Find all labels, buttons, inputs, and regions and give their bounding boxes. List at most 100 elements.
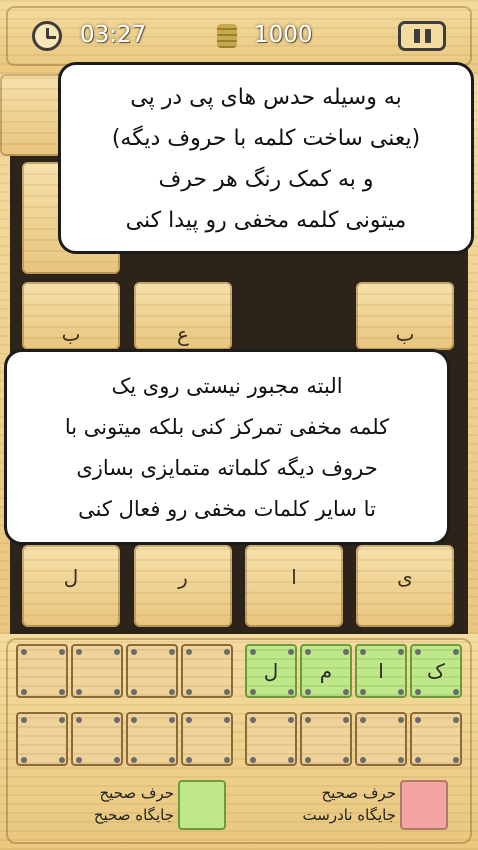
word-tile[interactable]: ب	[22, 282, 120, 350]
pin-icon	[288, 717, 294, 723]
pin-icon	[21, 689, 27, 695]
bubble1-line: به وسیله حدس های پی در پی	[130, 85, 402, 110]
pin-icon	[288, 689, 294, 695]
legend-red-text: حرف صحیح جایگاه نادرست	[276, 782, 396, 826]
pin-icon	[398, 649, 404, 655]
timer-value: 03:27	[80, 22, 147, 48]
letter-slot-correct[interactable]: ک	[410, 644, 462, 698]
pin-icon	[360, 689, 366, 695]
slot-letter: ا	[378, 659, 384, 683]
pause-icon	[414, 29, 420, 43]
word-tile[interactable]: ی	[356, 545, 454, 627]
pin-icon	[76, 689, 82, 695]
word-tile[interactable]: ر	[134, 545, 232, 627]
pin-icon	[114, 717, 120, 723]
pin-icon	[21, 717, 27, 723]
word-tile[interactable]: ل	[22, 545, 120, 627]
letter-slot[interactable]	[126, 712, 178, 766]
word-tile[interactable]: ب	[356, 282, 454, 350]
pin-icon	[169, 757, 175, 763]
pin-icon	[21, 757, 27, 763]
slot-letter: ل	[263, 659, 279, 683]
pin-icon	[59, 717, 65, 723]
pin-icon	[343, 717, 349, 723]
tile-letter: ر	[178, 565, 188, 589]
word-tile[interactable]: ع	[134, 282, 232, 350]
letter-slot[interactable]	[410, 712, 462, 766]
bubble1-line: میتونی کلمه مخفی رو پیدا کنی	[125, 208, 407, 233]
tile-letter: ع	[177, 322, 189, 346]
pin-icon	[224, 717, 230, 723]
letter-slot[interactable]	[300, 712, 352, 766]
pin-icon	[131, 689, 137, 695]
letter-slot[interactable]	[181, 712, 233, 766]
letter-slot[interactable]	[181, 644, 233, 698]
pin-icon	[398, 689, 404, 695]
bubble1-line: (یعنی ساخت کلمه با حروف دیگه)	[111, 126, 421, 151]
bubble2-line: البته مجبور نیستی روی یک	[111, 374, 343, 398]
pin-icon	[131, 757, 137, 763]
pin-icon	[169, 717, 175, 723]
pin-icon	[398, 717, 404, 723]
pin-icon	[415, 689, 421, 695]
pin-icon	[305, 649, 311, 655]
bubble2-line: تا سایر کلمات مخفی رو فعال کنی	[78, 497, 376, 521]
pin-icon	[224, 757, 230, 763]
bubble2-line: کلمه مخفی تمرکز کنی بلکه میتونی با	[64, 415, 390, 439]
bubble1-line: و به کمک رنگ هر حرف	[158, 167, 374, 192]
tutorial-bubble-1[interactable]: به وسیله حدس های پی در پی (یعنی ساخت کلم…	[58, 62, 474, 254]
legend-green-line1: حرف صحیح	[99, 784, 175, 802]
pin-icon	[76, 717, 82, 723]
letter-slot-correct[interactable]: ا	[355, 644, 407, 698]
tile-letter: ب	[395, 322, 415, 346]
pin-icon	[250, 649, 256, 655]
pin-icon	[360, 717, 366, 723]
letter-slot-correct[interactable]: ل	[245, 644, 297, 698]
pin-icon	[169, 689, 175, 695]
letter-slot[interactable]	[245, 712, 297, 766]
pin-icon	[131, 717, 137, 723]
pin-icon	[305, 689, 311, 695]
pin-icon	[453, 689, 459, 695]
pin-icon	[114, 757, 120, 763]
tile-letter: ی	[397, 565, 413, 589]
pin-icon	[250, 689, 256, 695]
legend-red-swatch	[400, 780, 448, 830]
letter-slot[interactable]	[355, 712, 407, 766]
pin-icon	[224, 689, 230, 695]
pin-icon	[21, 649, 27, 655]
pin-icon	[59, 757, 65, 763]
legend-red-line1: حرف صحیح	[321, 784, 397, 802]
pin-icon	[343, 649, 349, 655]
hint-plank[interactable]	[0, 74, 62, 156]
pin-icon	[250, 717, 256, 723]
pin-icon	[305, 757, 311, 763]
pin-icon	[453, 757, 459, 763]
pin-icon	[415, 717, 421, 723]
pin-icon	[343, 689, 349, 695]
pause-button[interactable]	[398, 21, 446, 51]
pin-icon	[250, 757, 256, 763]
pin-icon	[131, 649, 137, 655]
pin-icon	[186, 689, 192, 695]
pin-icon	[186, 757, 192, 763]
letter-slot-correct[interactable]: م	[300, 644, 352, 698]
pin-icon	[415, 757, 421, 763]
letter-slot[interactable]	[126, 644, 178, 698]
letter-slot[interactable]	[16, 712, 68, 766]
pin-icon	[360, 757, 366, 763]
coin-count: 1000	[254, 22, 313, 48]
legend-green-text: حرف صحیح جایگاه صحیح	[60, 782, 174, 826]
clock-icon	[32, 21, 62, 51]
word-tile[interactable]: ا	[245, 545, 343, 627]
letter-slot[interactable]	[71, 644, 123, 698]
bubble2-line: حروف دیگه کلماته متمایزی بسازی	[76, 456, 378, 480]
pin-icon	[343, 757, 349, 763]
letter-slot[interactable]	[71, 712, 123, 766]
pin-icon	[398, 757, 404, 763]
legend-green-line2: جایگاه صحیح	[93, 806, 174, 824]
slot-letter: ک	[427, 659, 445, 683]
letter-slot[interactable]	[16, 644, 68, 698]
pin-icon	[76, 649, 82, 655]
tutorial-bubble-2[interactable]: البته مجبور نیستی روی یک کلمه مخفی تمرکز…	[4, 349, 450, 545]
